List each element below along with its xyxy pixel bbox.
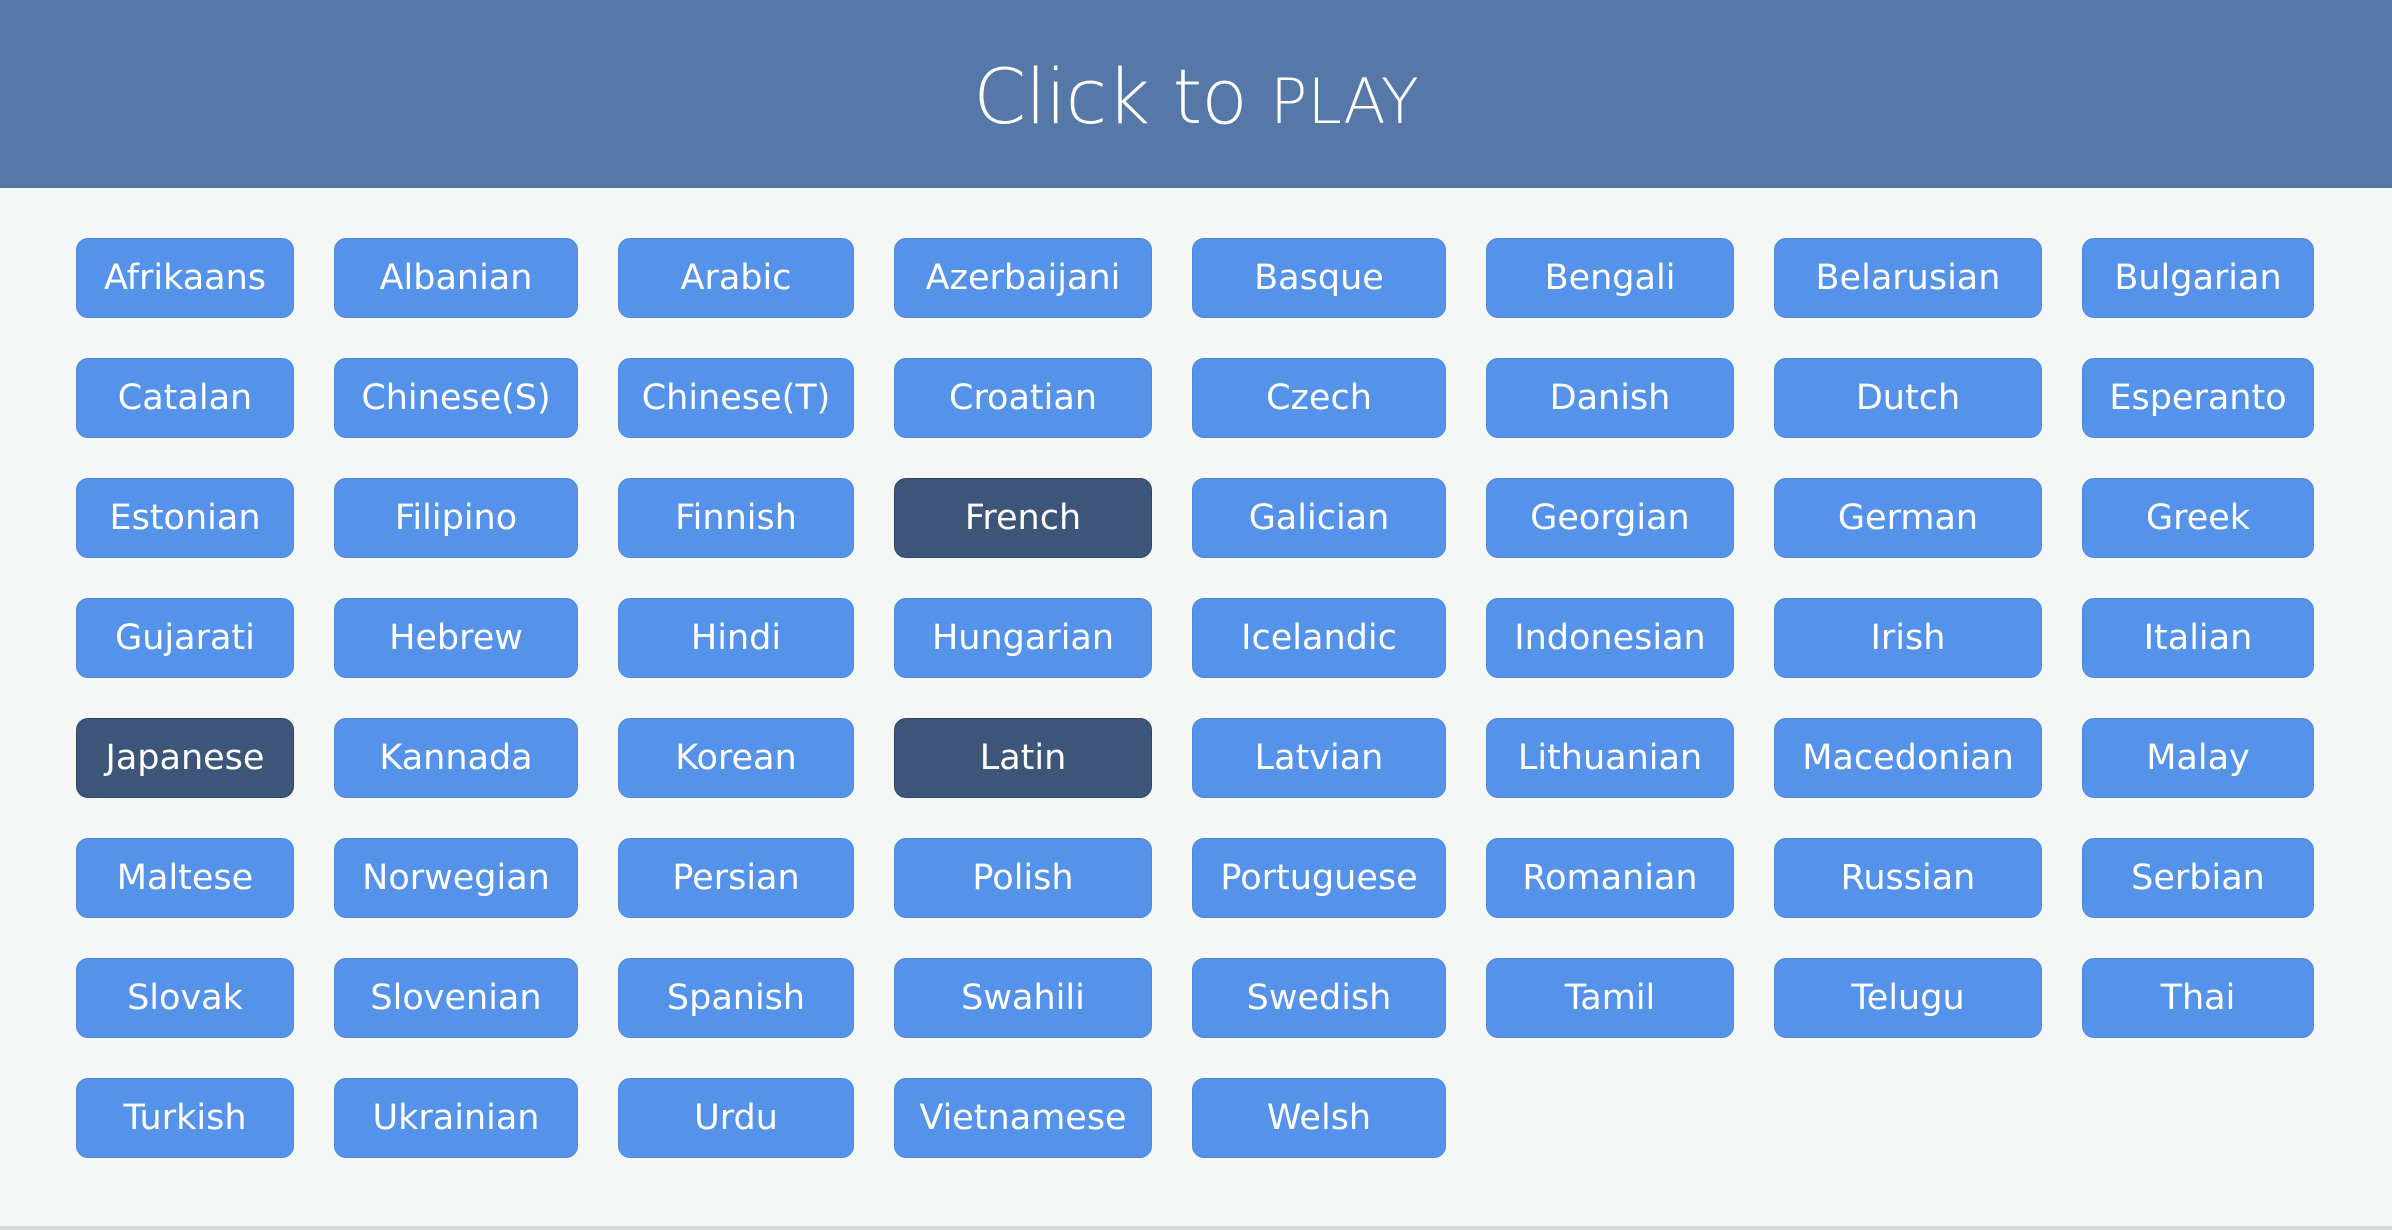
language-button-urdu[interactable]: Urdu (618, 1078, 854, 1158)
language-button-russian[interactable]: Russian (1774, 838, 2042, 918)
language-button-romanian[interactable]: Romanian (1486, 838, 1734, 918)
language-button-esperanto[interactable]: Esperanto (2082, 358, 2314, 438)
language-button-hungarian[interactable]: Hungarian (894, 598, 1152, 678)
language-button-hindi[interactable]: Hindi (618, 598, 854, 678)
language-button-french[interactable]: French (894, 478, 1152, 558)
language-button-latvian[interactable]: Latvian (1192, 718, 1446, 798)
language-button-azerbaijani[interactable]: Azerbaijani (894, 238, 1152, 318)
language-button-irish[interactable]: Irish (1774, 598, 2042, 678)
language-button-polish[interactable]: Polish (894, 838, 1152, 918)
bottom-divider (0, 1226, 2392, 1230)
language-button-german[interactable]: German (1774, 478, 2042, 558)
language-button-arabic[interactable]: Arabic (618, 238, 854, 318)
language-button-maltese[interactable]: Maltese (76, 838, 294, 918)
language-button-georgian[interactable]: Georgian (1486, 478, 1734, 558)
language-button-serbian[interactable]: Serbian (2082, 838, 2314, 918)
language-button-italian[interactable]: Italian (2082, 598, 2314, 678)
language-button-albanian[interactable]: Albanian (334, 238, 578, 318)
language-button-chinese-s[interactable]: Chinese(S) (334, 358, 578, 438)
language-button-spanish[interactable]: Spanish (618, 958, 854, 1038)
language-button-indonesian[interactable]: Indonesian (1486, 598, 1734, 678)
language-button-japanese[interactable]: Japanese (76, 718, 294, 798)
language-button-estonian[interactable]: Estonian (76, 478, 294, 558)
language-button-latin[interactable]: Latin (894, 718, 1152, 798)
language-button-czech[interactable]: Czech (1192, 358, 1446, 438)
language-button-norwegian[interactable]: Norwegian (334, 838, 578, 918)
language-grid: Afrikaans Albanian Arabic Azerbaijani Basque… (0, 0, 2392, 1230)
language-button-basque[interactable]: Basque (1192, 238, 1446, 318)
language-button-malay[interactable]: Malay (2082, 718, 2314, 798)
language-button-gujarati[interactable]: Gujarati (76, 598, 294, 678)
language-button-dutch[interactable]: Dutch (1774, 358, 2042, 438)
language-button-telugu[interactable]: Telugu (1774, 958, 2042, 1038)
language-button-bulgarian[interactable]: Bulgarian (2082, 238, 2314, 318)
language-button-danish[interactable]: Danish (1486, 358, 1734, 438)
language-button-finnish[interactable]: Finnish (618, 478, 854, 558)
language-button-slovenian[interactable]: Slovenian (334, 958, 578, 1038)
language-button-catalan[interactable]: Catalan (76, 358, 294, 438)
language-button-macedonian[interactable]: Macedonian (1774, 718, 2042, 798)
language-button-ukrainian[interactable]: Ukrainian (334, 1078, 578, 1158)
language-button-korean[interactable]: Korean (618, 718, 854, 798)
language-button-galician[interactable]: Galician (1192, 478, 1446, 558)
language-button-afrikaans[interactable]: Afrikaans (76, 238, 294, 318)
language-button-slovak[interactable]: Slovak (76, 958, 294, 1038)
language-button-chinese-t[interactable]: Chinese(T) (618, 358, 854, 438)
language-button-belarusian[interactable]: Belarusian (1774, 238, 2042, 318)
language-button-hebrew[interactable]: Hebrew (334, 598, 578, 678)
language-button-greek[interactable]: Greek (2082, 478, 2314, 558)
language-button-turkish[interactable]: Turkish (76, 1078, 294, 1158)
language-button-tamil[interactable]: Tamil (1486, 958, 1734, 1038)
language-button-swedish[interactable]: Swedish (1192, 958, 1446, 1038)
language-button-kannada[interactable]: Kannada (334, 718, 578, 798)
language-button-lithuanian[interactable]: Lithuanian (1486, 718, 1734, 798)
language-button-bengali[interactable]: Bengali (1486, 238, 1734, 318)
language-button-welsh[interactable]: Welsh (1192, 1078, 1446, 1158)
language-button-portuguese[interactable]: Portuguese (1192, 838, 1446, 918)
language-button-swahili[interactable]: Swahili (894, 958, 1152, 1038)
language-button-croatian[interactable]: Croatian (894, 358, 1152, 438)
language-button-filipino[interactable]: Filipino (334, 478, 578, 558)
language-button-thai[interactable]: Thai (2082, 958, 2314, 1038)
language-button-vietnamese[interactable]: Vietnamese (894, 1078, 1152, 1158)
language-button-persian[interactable]: Persian (618, 838, 854, 918)
language-button-icelandic[interactable]: Icelandic (1192, 598, 1446, 678)
